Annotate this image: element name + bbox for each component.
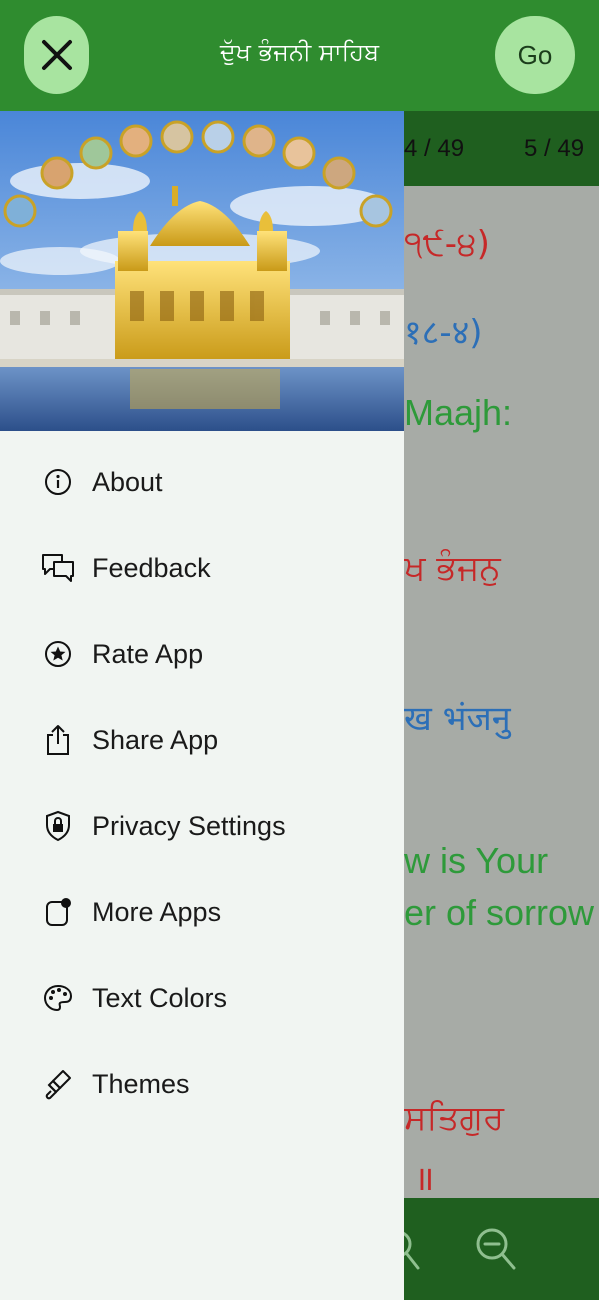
menu-item-rate-app[interactable]: Rate App xyxy=(0,624,404,684)
content-line: ख भंजनु xyxy=(404,699,511,739)
zoom-out-icon[interactable] xyxy=(474,1226,518,1272)
content-line: ਖ ਭੰਜਨੁ xyxy=(404,548,501,588)
menu-item-themes[interactable]: Themes xyxy=(0,1054,404,1114)
menu-item-label: Rate App xyxy=(92,638,204,669)
bottom-toolbar xyxy=(384,1198,599,1300)
page-indicator-bar: 4 / 49 5 / 49 xyxy=(404,111,599,186)
menu-item-label: Text Colors xyxy=(92,982,228,1013)
chat-bubbles-icon xyxy=(40,550,76,586)
top-app-bar: ਦੁੱਖ ਭੰਜਨੀ ਸਾਹਿਬ Go xyxy=(0,0,599,111)
menu-item-text-colors[interactable]: Text Colors xyxy=(0,968,404,1028)
shield-lock-icon xyxy=(40,808,76,844)
menu-item-more-apps[interactable]: More Apps xyxy=(0,882,404,942)
menu-item-label: About xyxy=(92,466,163,497)
menu-item-label: Privacy Settings xyxy=(92,810,286,841)
golden-temple-banner-image xyxy=(0,111,404,431)
content-line: er of sorrow xyxy=(404,892,595,933)
app-badge-icon xyxy=(40,894,76,930)
page-indicator-left[interactable]: 4 / 49 xyxy=(404,135,464,163)
menu-item-about[interactable]: About xyxy=(0,452,404,512)
navigation-drawer: About Feedback Rate App Share App Privac xyxy=(0,111,404,1300)
page-indicator-right[interactable]: 5 / 49 xyxy=(524,135,584,163)
menu-item-feedback[interactable]: Feedback xyxy=(0,538,404,598)
share-icon xyxy=(40,722,76,758)
gurbani-content: ੧੯-੪) १८-४) Maajh: ਖ ਭੰਜਨੁ ख भंजनु w is … xyxy=(404,186,599,1198)
content-line: ੧੯-੪) xyxy=(404,224,490,264)
menu-item-privacy-settings[interactable]: Privacy Settings xyxy=(0,796,404,856)
content-line: ॥ xyxy=(414,1159,435,1198)
star-circle-icon xyxy=(40,636,76,672)
go-button[interactable]: Go xyxy=(495,16,575,94)
content-line: Maajh: xyxy=(404,392,513,433)
content-line: w is Your xyxy=(404,840,549,881)
content-line: ਸਤਿਗੁਰ xyxy=(404,1098,505,1138)
info-icon xyxy=(40,464,76,500)
paintbrush-icon xyxy=(40,1066,76,1102)
content-line: १८-४) xyxy=(404,313,483,353)
menu-item-label: Feedback xyxy=(92,552,211,583)
palette-icon xyxy=(40,980,76,1016)
menu-item-label: Themes xyxy=(92,1068,190,1099)
menu-item-label: Share App xyxy=(92,724,219,755)
menu-item-label: More Apps xyxy=(92,896,222,927)
menu-item-share-app[interactable]: Share App xyxy=(0,710,404,770)
